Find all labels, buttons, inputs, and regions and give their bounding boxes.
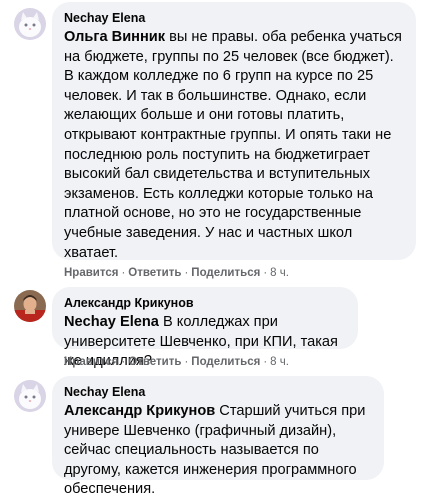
reply-button[interactable]: Ответить bbox=[128, 356, 181, 368]
share-button[interactable]: Поделиться bbox=[191, 356, 260, 368]
mention-link[interactable]: Александр Крикунов bbox=[64, 403, 215, 419]
separator: · bbox=[263, 267, 268, 279]
comment-text: Ольга Винник вы не правы. оба ребенка уч… bbox=[64, 28, 404, 263]
separator: · bbox=[184, 356, 189, 368]
mention-link[interactable]: Nechay Elena bbox=[64, 314, 159, 330]
comment-timestamp[interactable]: 8 ч. bbox=[270, 356, 289, 368]
comment-bubble: Nechay Elena Александр Крикунов Старший … bbox=[52, 376, 384, 497]
man-photo-avatar-icon[interactable] bbox=[14, 290, 46, 322]
comment-actions: Нравится · Ответить · Поделиться · 8 ч. bbox=[64, 266, 289, 280]
comment-author[interactable]: Nechay Elena bbox=[64, 384, 372, 400]
comment-author[interactable]: Александр Крикунов bbox=[64, 295, 346, 311]
separator: · bbox=[121, 356, 126, 368]
comment-author[interactable]: Nechay Elena bbox=[64, 10, 404, 26]
comment-timestamp[interactable]: 8 ч. bbox=[270, 267, 289, 279]
comment-text: Александр Крикунов Старший учиться при у… bbox=[64, 402, 372, 500]
like-button[interactable]: Нравится bbox=[64, 267, 118, 279]
comment-bubble: Nechay Elena Ольга Винник вы не правы. о… bbox=[52, 2, 416, 263]
share-button[interactable]: Поделиться bbox=[191, 267, 260, 279]
separator: · bbox=[184, 267, 189, 279]
reply-button[interactable]: Ответить bbox=[128, 267, 181, 279]
comment-bubble: Александр Крикунов Nechay Elena В коллед… bbox=[52, 287, 358, 369]
mention-link[interactable]: Ольга Винник bbox=[64, 29, 165, 45]
comment-body: вы не правы. оба ребенка учаться на бюдж… bbox=[64, 29, 402, 261]
white-cat-avatar-icon[interactable] bbox=[14, 380, 46, 412]
separator: · bbox=[121, 267, 126, 279]
comment-actions: Нравится · Ответить · Поделиться · 8 ч. bbox=[64, 355, 289, 369]
like-button[interactable]: Нравится bbox=[64, 356, 118, 368]
white-cat-avatar-icon[interactable] bbox=[14, 8, 46, 40]
separator: · bbox=[263, 356, 268, 368]
